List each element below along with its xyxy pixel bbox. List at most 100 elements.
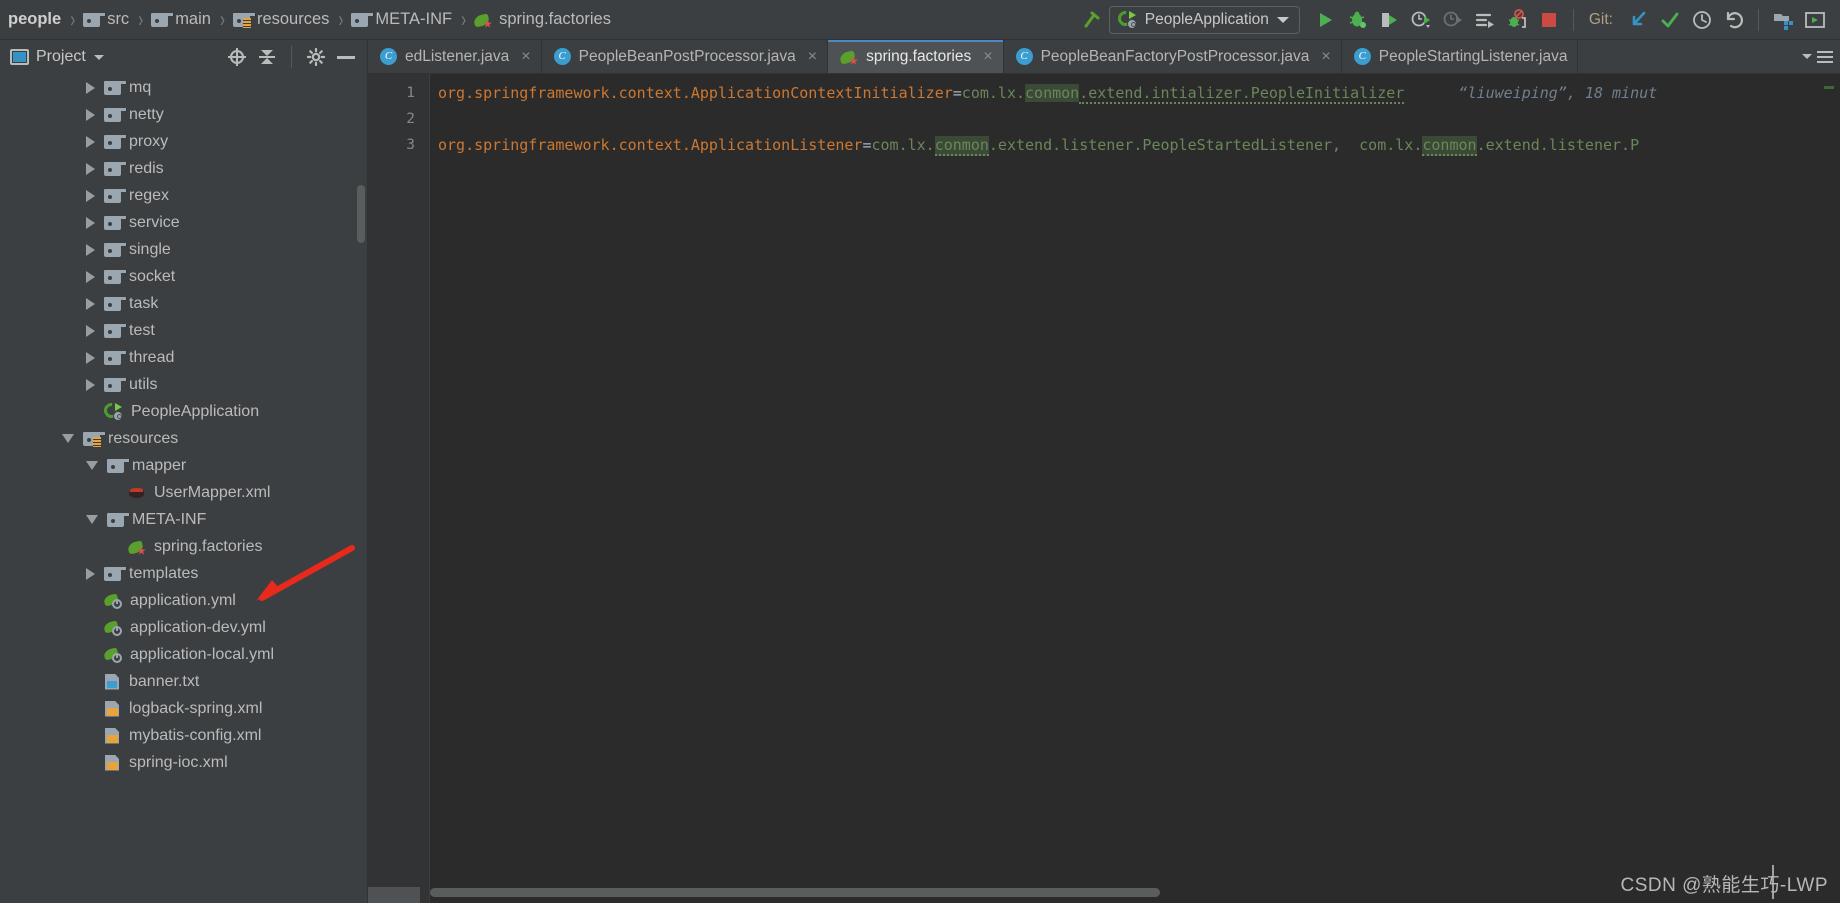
profile-button[interactable] bbox=[1406, 5, 1436, 35]
tree-item-application-local-yml[interactable]: application-local.yml bbox=[0, 641, 367, 668]
tree-item-socket[interactable]: socket bbox=[0, 263, 367, 290]
breadcrumb-item-meta-inf[interactable]: META-INF bbox=[351, 10, 452, 29]
tree-item-templates[interactable]: templates bbox=[0, 560, 367, 587]
editor-horizontal-scrollbar[interactable] bbox=[430, 888, 1160, 897]
breadcrumb-item-src[interactable]: src bbox=[83, 10, 129, 29]
chevron-right-icon[interactable] bbox=[86, 135, 95, 148]
chevron-right-icon[interactable] bbox=[86, 351, 95, 364]
editor-tab-peoplebeanfactorypostprocessor[interactable]: C PeopleBeanFactoryPostProcessor.java × bbox=[1004, 40, 1342, 73]
tree-item-logback-spring-xml[interactable]: logback-spring.xml bbox=[0, 695, 367, 722]
tree-item-regex[interactable]: regex bbox=[0, 182, 367, 209]
tree-item-utils[interactable]: utils bbox=[0, 371, 367, 398]
code-lines[interactable]: org.springframework.context.ApplicationC… bbox=[430, 74, 1840, 903]
folder-icon bbox=[104, 269, 127, 284]
chevron-right-icon[interactable] bbox=[86, 162, 95, 175]
tree-item-redis[interactable]: redis bbox=[0, 155, 367, 182]
tree-item-thread[interactable]: thread bbox=[0, 344, 367, 371]
close-icon[interactable]: × bbox=[1321, 48, 1330, 65]
stop-button[interactable] bbox=[1534, 5, 1564, 35]
git-update-project-button[interactable] bbox=[1623, 5, 1653, 35]
tree-item-mapper[interactable]: mapper bbox=[0, 452, 367, 479]
tree-item-application-yml[interactable]: application.yml bbox=[0, 587, 367, 614]
tree-item-spring-ioc-xml[interactable]: spring-ioc.xml bbox=[0, 749, 367, 776]
chevron-right-icon[interactable] bbox=[86, 81, 95, 94]
tree-item-resources[interactable]: resources bbox=[0, 425, 367, 452]
breadcrumb-label: resources bbox=[256, 10, 330, 28]
tree-item-peopleapplication[interactable]: PeopleApplication bbox=[0, 398, 367, 425]
tree-item-service[interactable]: service bbox=[0, 209, 367, 236]
chevron-right-icon[interactable] bbox=[86, 324, 95, 337]
chevron-right-icon[interactable] bbox=[86, 378, 95, 391]
chevron-right-icon[interactable] bbox=[86, 567, 95, 580]
typo-highlight-2: conmon bbox=[1422, 136, 1477, 156]
code-editor[interactable]: 1 2 3 org.springframework.context.Applic… bbox=[368, 74, 1840, 903]
tree-item-application-dev-yml[interactable]: application-dev.yml bbox=[0, 614, 367, 641]
collapse-all-icon bbox=[258, 48, 276, 66]
close-icon[interactable]: × bbox=[808, 48, 817, 65]
editor-tab-spring-factories[interactable]: spring.factories × bbox=[828, 40, 1004, 73]
chevron-right-icon[interactable] bbox=[86, 297, 95, 310]
settings-button[interactable] bbox=[303, 44, 329, 70]
git-rollback-button[interactable] bbox=[1719, 5, 1749, 35]
collapse-all-button[interactable] bbox=[254, 44, 280, 70]
editor-tab-peoplebeanpostprocessor[interactable]: C PeopleBeanPostProcessor.java × bbox=[542, 40, 829, 73]
tree-item-test[interactable]: test bbox=[0, 317, 367, 344]
tree-item-mybatis-config-xml[interactable]: mybatis-config.xml bbox=[0, 722, 367, 749]
chevron-right-icon[interactable] bbox=[86, 189, 95, 202]
tree-item-netty[interactable]: netty bbox=[0, 101, 367, 128]
scroll-from-source-button[interactable] bbox=[224, 44, 250, 70]
tree-item-proxy[interactable]: proxy bbox=[0, 128, 367, 155]
chevron-down-icon[interactable] bbox=[86, 461, 98, 470]
tree-item-single[interactable]: single bbox=[0, 236, 367, 263]
tree-item-banner-txt[interactable]: banner.txt bbox=[0, 668, 367, 695]
error-stripe-mark[interactable] bbox=[1824, 86, 1834, 89]
chevron-right-icon[interactable] bbox=[86, 216, 95, 229]
select-in-icon[interactable] bbox=[1800, 5, 1830, 35]
debug-button[interactable] bbox=[1342, 5, 1372, 35]
folder-icon bbox=[104, 188, 127, 203]
tree-item-usermapper-xml[interactable]: UserMapper.xml bbox=[0, 479, 367, 506]
editor-tab-peoplestartinglistener[interactable]: C PeopleStartingListener.java bbox=[1342, 40, 1579, 73]
editor-tab-edlistener[interactable]: C edListener.java × bbox=[368, 40, 542, 73]
chevron-down-icon[interactable] bbox=[86, 515, 98, 524]
hide-panel-button[interactable] bbox=[333, 44, 359, 70]
tree-item-meta-inf[interactable]: META-INF bbox=[0, 506, 367, 533]
close-icon[interactable]: × bbox=[521, 48, 530, 65]
tree-item-mq[interactable]: mq bbox=[0, 74, 367, 101]
close-icon[interactable]: × bbox=[983, 48, 992, 65]
run-button[interactable] bbox=[1310, 5, 1340, 35]
breadcrumb-item-spring-factories[interactable]: spring.factories bbox=[472, 10, 611, 29]
chevron-down-icon[interactable] bbox=[62, 434, 74, 443]
run-with-coverage-button[interactable] bbox=[1374, 5, 1404, 35]
chevron-right-icon[interactable] bbox=[86, 108, 95, 121]
run-configuration-selector[interactable]: PeopleApplication bbox=[1108, 5, 1300, 34]
typo-highlight: conmon bbox=[934, 136, 989, 156]
tree-item-task[interactable]: task bbox=[0, 290, 367, 317]
breadcrumb-item-main[interactable]: main bbox=[151, 10, 211, 29]
project-tree-scrollbar[interactable] bbox=[357, 185, 365, 243]
run-anything-button[interactable] bbox=[1470, 5, 1500, 35]
chevron-right-icon[interactable] bbox=[86, 270, 95, 283]
spring-factories-icon bbox=[126, 539, 146, 555]
xml-icon bbox=[104, 727, 121, 744]
folder-icon bbox=[104, 377, 127, 392]
project-panel-actions bbox=[224, 44, 359, 70]
breadcrumb-item-people[interactable]: people bbox=[8, 10, 61, 29]
chevron-down-icon[interactable] bbox=[1802, 54, 1812, 59]
list-icon[interactable] bbox=[1816, 49, 1834, 65]
project-structure-icon[interactable] bbox=[1768, 5, 1798, 35]
git-commit-button[interactable] bbox=[1655, 5, 1685, 35]
project-tree[interactable]: mq netty proxy redis regex service single socke… bbox=[0, 74, 367, 903]
git-history-button[interactable] bbox=[1687, 5, 1717, 35]
chevron-down-icon[interactable] bbox=[93, 54, 104, 60]
property-key: org.springframework.context.ApplicationL… bbox=[438, 136, 863, 154]
build-hammer-icon[interactable] bbox=[1077, 5, 1107, 35]
java-class-icon: C bbox=[380, 48, 397, 65]
tree-item-spring-factories[interactable]: spring.factories bbox=[0, 533, 367, 560]
chevron-right-icon[interactable] bbox=[86, 243, 95, 256]
breadcrumb-item-resources[interactable]: resources bbox=[232, 10, 330, 29]
attach-debugger-button[interactable] bbox=[1502, 5, 1532, 35]
